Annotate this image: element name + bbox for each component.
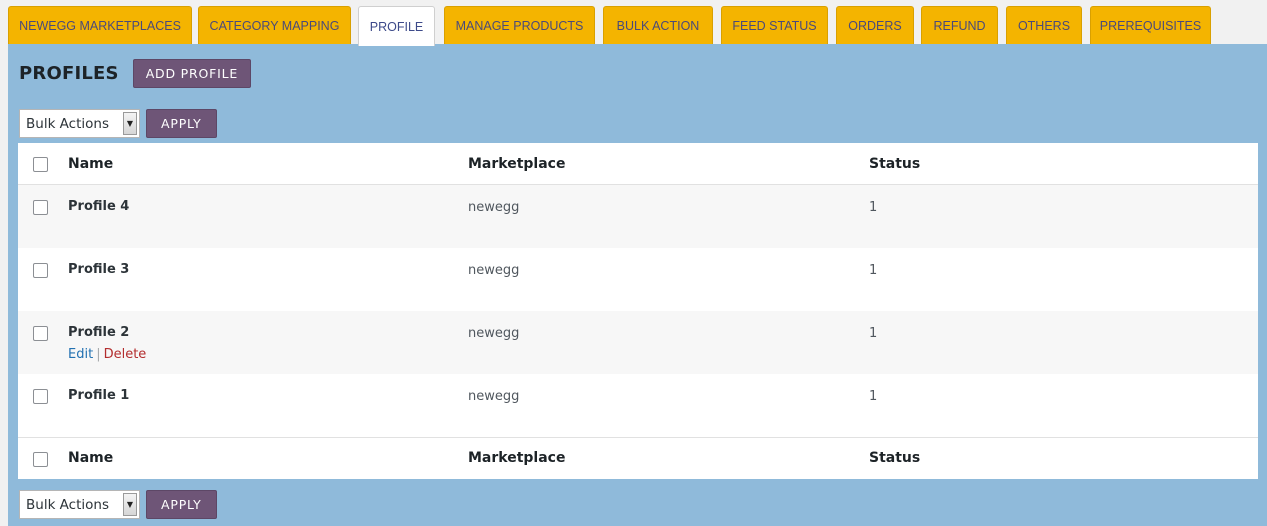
table-row: Profile 2 Edit | Delete newegg 1 <box>18 311 1258 374</box>
table-row: Profile 4 newegg 1 <box>18 185 1258 248</box>
bulk-actions-select-value: Bulk Actions <box>26 496 109 513</box>
status-cell: 1 <box>869 389 878 404</box>
dropdown-arrow-icon: ▼ <box>123 493 137 516</box>
marketplace-cell: newegg <box>468 326 520 341</box>
bulk-actions-top: Bulk Actions ▼ APPLY <box>19 109 217 138</box>
profile-name-link[interactable]: Profile 4 <box>68 199 129 214</box>
column-footer-marketplace: Marketplace <box>468 450 566 466</box>
status-cell: 1 <box>869 200 878 215</box>
tab-prerequisites[interactable]: PREREQUISITES <box>1090 6 1211 44</box>
column-footer-status: Status <box>869 450 921 466</box>
profiles-table: Name Marketplace Status Profile 4 newegg… <box>18 143 1258 479</box>
table-row: Profile 1 newegg 1 <box>18 374 1258 437</box>
tab-profile[interactable]: PROFILE <box>358 6 435 46</box>
edit-link[interactable]: Edit <box>68 347 93 362</box>
status-cell: 1 <box>869 326 878 341</box>
select-all-checkbox[interactable] <box>33 157 48 172</box>
row-checkbox[interactable] <box>33 263 48 278</box>
row-actions: Edit | Delete <box>68 347 146 362</box>
tab-others[interactable]: OTHERS <box>1006 6 1082 44</box>
profile-name-link[interactable]: Profile 2 <box>68 325 129 340</box>
row-checkbox[interactable] <box>33 326 48 341</box>
bulk-actions-bottom: Bulk Actions ▼ APPLY <box>19 490 217 519</box>
delete-link[interactable]: Delete <box>104 347 147 362</box>
select-all-checkbox-footer[interactable] <box>33 452 48 467</box>
column-header-name[interactable]: Name <box>68 156 113 172</box>
bulk-actions-select-value: Bulk Actions <box>26 115 109 132</box>
column-footer-name[interactable]: Name <box>68 450 113 466</box>
bulk-actions-select-bottom[interactable]: Bulk Actions ▼ <box>19 490 140 519</box>
tab-bulk-action[interactable]: BULK ACTION <box>603 6 713 44</box>
action-separator: | <box>96 347 101 362</box>
add-profile-button[interactable]: ADD PROFILE <box>132 58 252 88</box>
bulk-actions-select-top[interactable]: Bulk Actions ▼ <box>19 109 140 138</box>
column-header-status: Status <box>869 156 921 172</box>
table-footer: Name Marketplace Status <box>18 437 1258 479</box>
tab-orders[interactable]: ORDERS <box>836 6 914 44</box>
table-row: Profile 3 newegg 1 <box>18 248 1258 311</box>
dropdown-arrow-icon: ▼ <box>123 112 137 135</box>
profile-name-link[interactable]: Profile 1 <box>68 388 129 403</box>
tab-newegg-marketplaces[interactable]: NEWEGG MARKETPLACES <box>8 6 192 44</box>
marketplace-cell: newegg <box>468 389 520 404</box>
title-row: PROFILES ADD PROFILE <box>19 58 252 88</box>
tab-feed-status[interactable]: FEED STATUS <box>721 6 828 44</box>
tab-category-mapping[interactable]: CATEGORY MAPPING <box>198 6 351 44</box>
marketplace-cell: newegg <box>468 200 520 215</box>
nav-tabs: NEWEGG MARKETPLACES CATEGORY MAPPING PRO… <box>0 0 1267 46</box>
table-header: Name Marketplace Status <box>18 143 1258 185</box>
profile-name-link[interactable]: Profile 3 <box>68 262 129 277</box>
column-header-marketplace: Marketplace <box>468 156 566 172</box>
tab-manage-products[interactable]: MANAGE PRODUCTS <box>444 6 595 44</box>
row-checkbox[interactable] <box>33 389 48 404</box>
status-cell: 1 <box>869 263 878 278</box>
apply-button-top[interactable]: APPLY <box>146 109 217 138</box>
row-checkbox[interactable] <box>33 200 48 215</box>
apply-button-bottom[interactable]: APPLY <box>146 490 217 519</box>
tab-refund[interactable]: REFUND <box>921 6 998 44</box>
page-title: PROFILES <box>19 62 119 84</box>
marketplace-cell: newegg <box>468 263 520 278</box>
profiles-panel: PROFILES ADD PROFILE Bulk Actions ▼ APPL… <box>8 44 1267 526</box>
